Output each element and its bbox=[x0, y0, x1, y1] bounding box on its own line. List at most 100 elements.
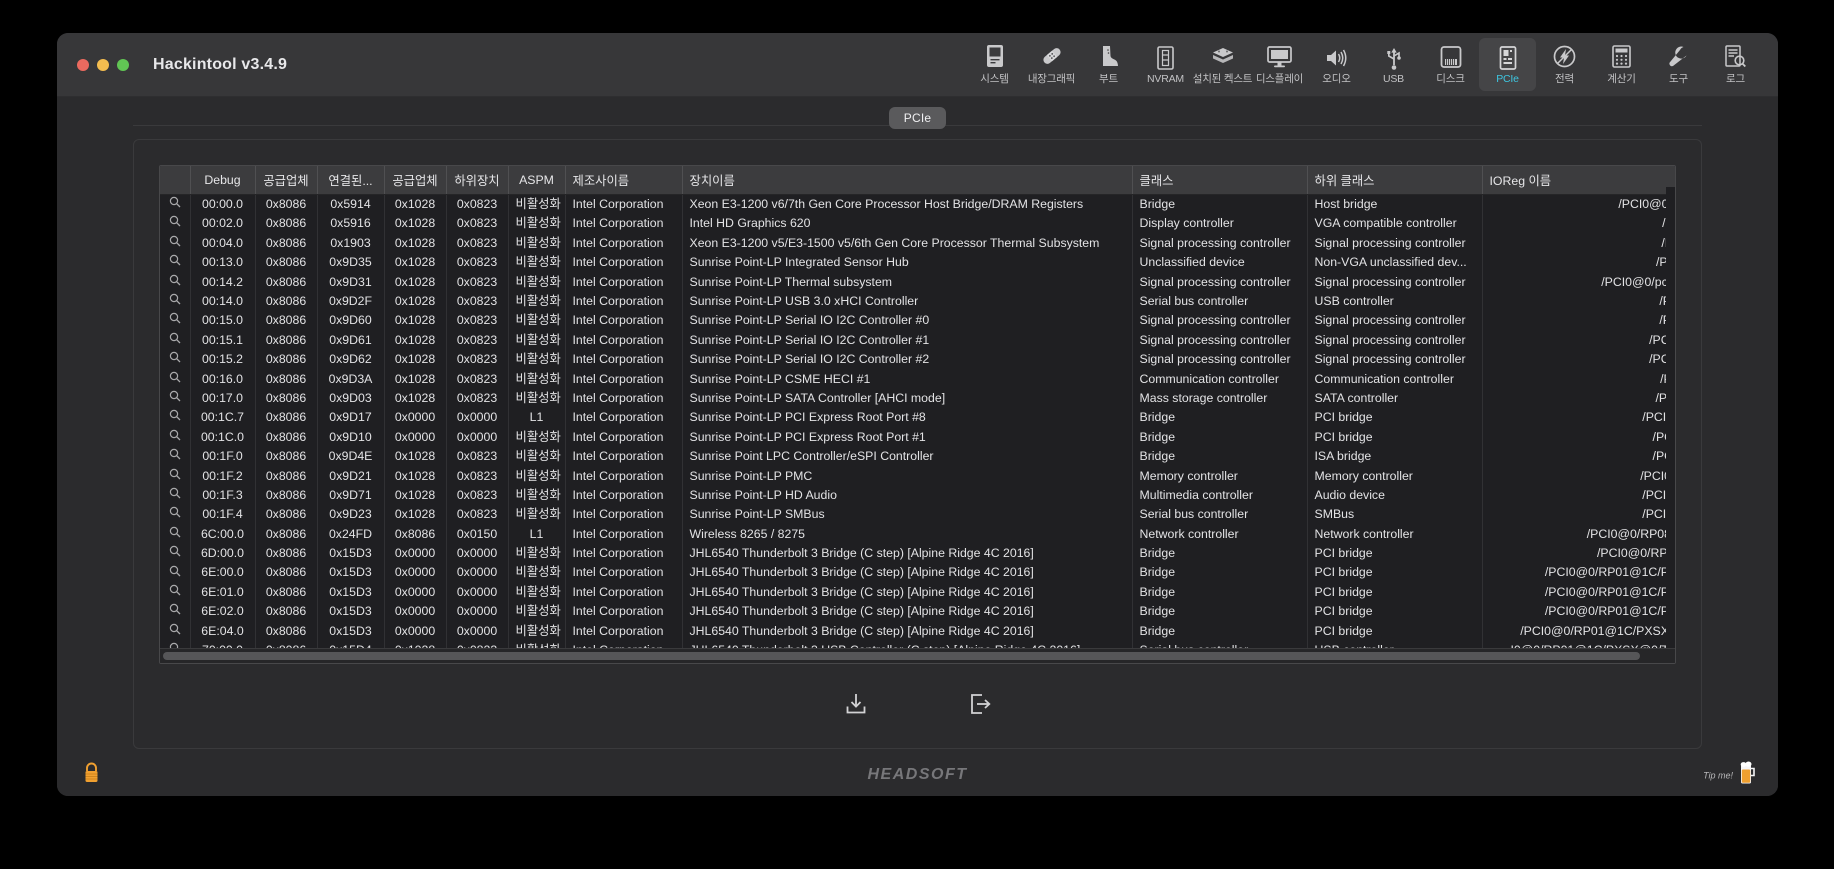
toolbar-item-power[interactable]: 전력 bbox=[1536, 38, 1593, 91]
table-row[interactable]: 00:15.0 0x8086 0x9D60 0x1028 0x0823 비활성화 Intel… bbox=[160, 311, 1675, 331]
cell-magnifier[interactable] bbox=[160, 350, 191, 370]
toolbar-item-display[interactable]: 디스플레이 bbox=[1251, 38, 1308, 91]
cell-magnifier[interactable] bbox=[160, 194, 191, 215]
column-header-class[interactable]: 클래스 bbox=[1132, 166, 1308, 195]
lock-icon[interactable] bbox=[83, 762, 100, 788]
toolbar-item-log[interactable]: 로그 bbox=[1707, 38, 1764, 91]
table-row[interactable]: 00:1F.0 0x8086 0x9D4E 0x1028 0x0823 비활성화 Intel… bbox=[160, 447, 1675, 467]
cell-magnifier[interactable] bbox=[160, 233, 191, 254]
magnifier-icon[interactable] bbox=[169, 331, 181, 350]
column-header-ioreg[interactable]: IOReg 이름 bbox=[1482, 166, 1675, 195]
table-row[interactable]: 00:16.0 0x8086 0x9D3A 0x1028 0x0823 비활성화 Intel… bbox=[160, 369, 1675, 389]
table-row[interactable]: 6E:02.0 0x8086 0x15D3 0x0000 0x0000 비활성화 Intel… bbox=[160, 602, 1675, 622]
minimize-window-button[interactable] bbox=[97, 58, 109, 71]
toolbar-item-pcie[interactable]: PCIe bbox=[1479, 38, 1536, 91]
cell-magnifier[interactable] bbox=[160, 214, 191, 234]
table-row[interactable]: 6E:01.0 0x8086 0x15D3 0x0000 0x0000 비활성화 Intel… bbox=[160, 582, 1675, 603]
cell-magnifier[interactable] bbox=[160, 311, 191, 331]
magnifier-icon[interactable] bbox=[169, 447, 181, 466]
magnifier-icon[interactable] bbox=[169, 195, 181, 214]
cell-magnifier[interactable] bbox=[160, 621, 191, 641]
cell-magnifier[interactable] bbox=[160, 563, 191, 583]
table-row[interactable]: 6C:00.0 0x8086 0x24FD 0x8086 0x0150 L1 Intel C… bbox=[160, 524, 1675, 545]
export-button[interactable] bbox=[837, 689, 875, 723]
cell-magnifier[interactable] bbox=[160, 582, 191, 603]
tab-pcie[interactable]: PCIe bbox=[888, 107, 947, 129]
column-header-device_name[interactable]: 장치이름 bbox=[682, 166, 1133, 195]
tip-area[interactable]: Tip me! bbox=[1703, 761, 1756, 790]
cell-magnifier[interactable] bbox=[160, 272, 191, 292]
table-row[interactable]: 00:17.0 0x8086 0x9D03 0x1028 0x0823 비활성화 Intel… bbox=[160, 388, 1675, 409]
table-row[interactable]: 00:1F.2 0x8086 0x9D21 0x1028 0x0823 비활성화 Intel… bbox=[160, 466, 1675, 486]
cell-magnifier[interactable] bbox=[160, 602, 191, 622]
magnifier-icon[interactable] bbox=[169, 389, 181, 408]
magnifier-icon[interactable] bbox=[169, 350, 181, 369]
share-button[interactable] bbox=[961, 689, 999, 723]
horizontal-scrollbar-thumb[interactable] bbox=[163, 652, 1640, 660]
magnifier-icon[interactable] bbox=[169, 467, 181, 486]
cell-magnifier[interactable] bbox=[160, 544, 191, 564]
table-row[interactable]: 00:02.0 0x8086 0x5916 0x1028 0x0823 비활성화 Intel… bbox=[160, 214, 1675, 234]
cell-magnifier[interactable] bbox=[160, 524, 191, 545]
toolbar-item-boot[interactable]: 부트 bbox=[1080, 38, 1137, 91]
column-header-sub_device[interactable]: 하위장치 bbox=[446, 166, 509, 195]
table-row[interactable]: 00:14.2 0x8086 0x9D31 0x1028 0x0823 비활성화 Intel… bbox=[160, 272, 1675, 292]
cell-magnifier[interactable] bbox=[160, 505, 191, 525]
column-header-device_id[interactable]: 연결된... bbox=[317, 166, 385, 195]
magnifier-icon[interactable] bbox=[169, 370, 181, 389]
vertical-scrollbar[interactable] bbox=[1666, 187, 1675, 649]
toolbar-item-audio[interactable]: 오디오 bbox=[1308, 38, 1365, 91]
magnifier-icon[interactable] bbox=[169, 622, 181, 641]
table-row[interactable]: 00:1F.4 0x8086 0x9D23 0x1028 0x0823 비활성화 Intel… bbox=[160, 505, 1675, 525]
cell-magnifier[interactable] bbox=[160, 253, 191, 273]
column-header-manufacturer[interactable]: 제조사이름 bbox=[565, 166, 683, 195]
table-row[interactable]: 00:15.2 0x8086 0x9D62 0x1028 0x0823 비활성화 Intel… bbox=[160, 350, 1675, 370]
magnifier-icon[interactable] bbox=[169, 428, 181, 447]
horizontal-scrollbar[interactable] bbox=[160, 648, 1675, 663]
table-row[interactable]: 00:13.0 0x8086 0x9D35 0x1028 0x0823 비활성화 Intel… bbox=[160, 253, 1675, 273]
table-row[interactable]: 6E:04.0 0x8086 0x15D3 0x0000 0x0000 비활성화 Intel… bbox=[160, 621, 1675, 641]
table-row[interactable]: 00:14.0 0x8086 0x9D2F 0x1028 0x0823 비활성화 Intel… bbox=[160, 291, 1675, 312]
column-header-debug[interactable]: Debug bbox=[190, 166, 256, 195]
column-header-magnifier[interactable] bbox=[160, 166, 191, 195]
table-row[interactable]: 00:1C.7 0x8086 0x9D17 0x0000 0x0000 L1 Intel C… bbox=[160, 408, 1675, 428]
table-row[interactable]: 6D:00.0 0x8086 0x15D3 0x0000 0x0000 비활성화 Intel… bbox=[160, 544, 1675, 564]
table-row[interactable]: 00:1F.3 0x8086 0x9D71 0x1028 0x0823 비활성화 Intel… bbox=[160, 485, 1675, 506]
magnifier-icon[interactable] bbox=[169, 408, 181, 427]
magnifier-icon[interactable] bbox=[169, 583, 181, 602]
beer-glass-icon[interactable] bbox=[1738, 761, 1756, 790]
magnifier-icon[interactable] bbox=[169, 602, 181, 621]
table-row[interactable]: 00:1C.0 0x8086 0x9D10 0x0000 0x0000 비활성화 Intel… bbox=[160, 427, 1675, 448]
magnifier-icon[interactable] bbox=[169, 273, 181, 292]
zoom-window-button[interactable] bbox=[117, 58, 129, 71]
cell-magnifier[interactable] bbox=[160, 447, 191, 467]
toolbar-item-calculator[interactable]: 계산기 bbox=[1593, 38, 1650, 91]
magnifier-icon[interactable] bbox=[169, 525, 181, 544]
magnifier-icon[interactable] bbox=[169, 214, 181, 233]
cell-magnifier[interactable] bbox=[160, 291, 191, 312]
table-row[interactable]: 6E:00.0 0x8086 0x15D3 0x0000 0x0000 비활성화 Intel… bbox=[160, 563, 1675, 583]
column-header-aspm[interactable]: ASPM bbox=[508, 166, 566, 195]
cell-magnifier[interactable] bbox=[160, 466, 191, 486]
table-row[interactable]: 00:15.1 0x8086 0x9D61 0x1028 0x0823 비활성화 Intel… bbox=[160, 330, 1675, 351]
table-row[interactable]: 00:00.0 0x8086 0x5914 0x1028 0x0823 비활성화 Intel… bbox=[160, 194, 1675, 215]
toolbar-item-system[interactable]: 시스템 bbox=[966, 38, 1023, 91]
cell-magnifier[interactable] bbox=[160, 485, 191, 506]
table-row[interactable]: 00:04.0 0x8086 0x1903 0x1028 0x0823 비활성화 Intel… bbox=[160, 233, 1675, 254]
toolbar-item-disk[interactable]: 디스크 bbox=[1422, 38, 1479, 91]
toolbar-item-nvram[interactable]: NVRAM bbox=[1137, 38, 1194, 91]
toolbar-item-usb[interactable]: USB bbox=[1365, 38, 1422, 91]
cell-magnifier[interactable] bbox=[160, 408, 191, 428]
magnifier-icon[interactable] bbox=[169, 564, 181, 583]
cell-magnifier[interactable] bbox=[160, 330, 191, 351]
magnifier-icon[interactable] bbox=[169, 234, 181, 253]
cell-magnifier[interactable] bbox=[160, 427, 191, 448]
column-header-sub_vendor[interactable]: 공급업체 bbox=[384, 166, 447, 195]
cell-magnifier[interactable] bbox=[160, 388, 191, 409]
toolbar-item-installed-kexts[interactable]: 설치된 켁스트 bbox=[1193, 38, 1252, 91]
magnifier-icon[interactable] bbox=[169, 253, 181, 272]
magnifier-icon[interactable] bbox=[169, 311, 181, 330]
column-header-subclass[interactable]: 하위 클래스 bbox=[1307, 166, 1483, 195]
magnifier-icon[interactable] bbox=[169, 544, 181, 563]
toolbar-item-igpu[interactable]: 내장그래픽 bbox=[1023, 38, 1080, 91]
